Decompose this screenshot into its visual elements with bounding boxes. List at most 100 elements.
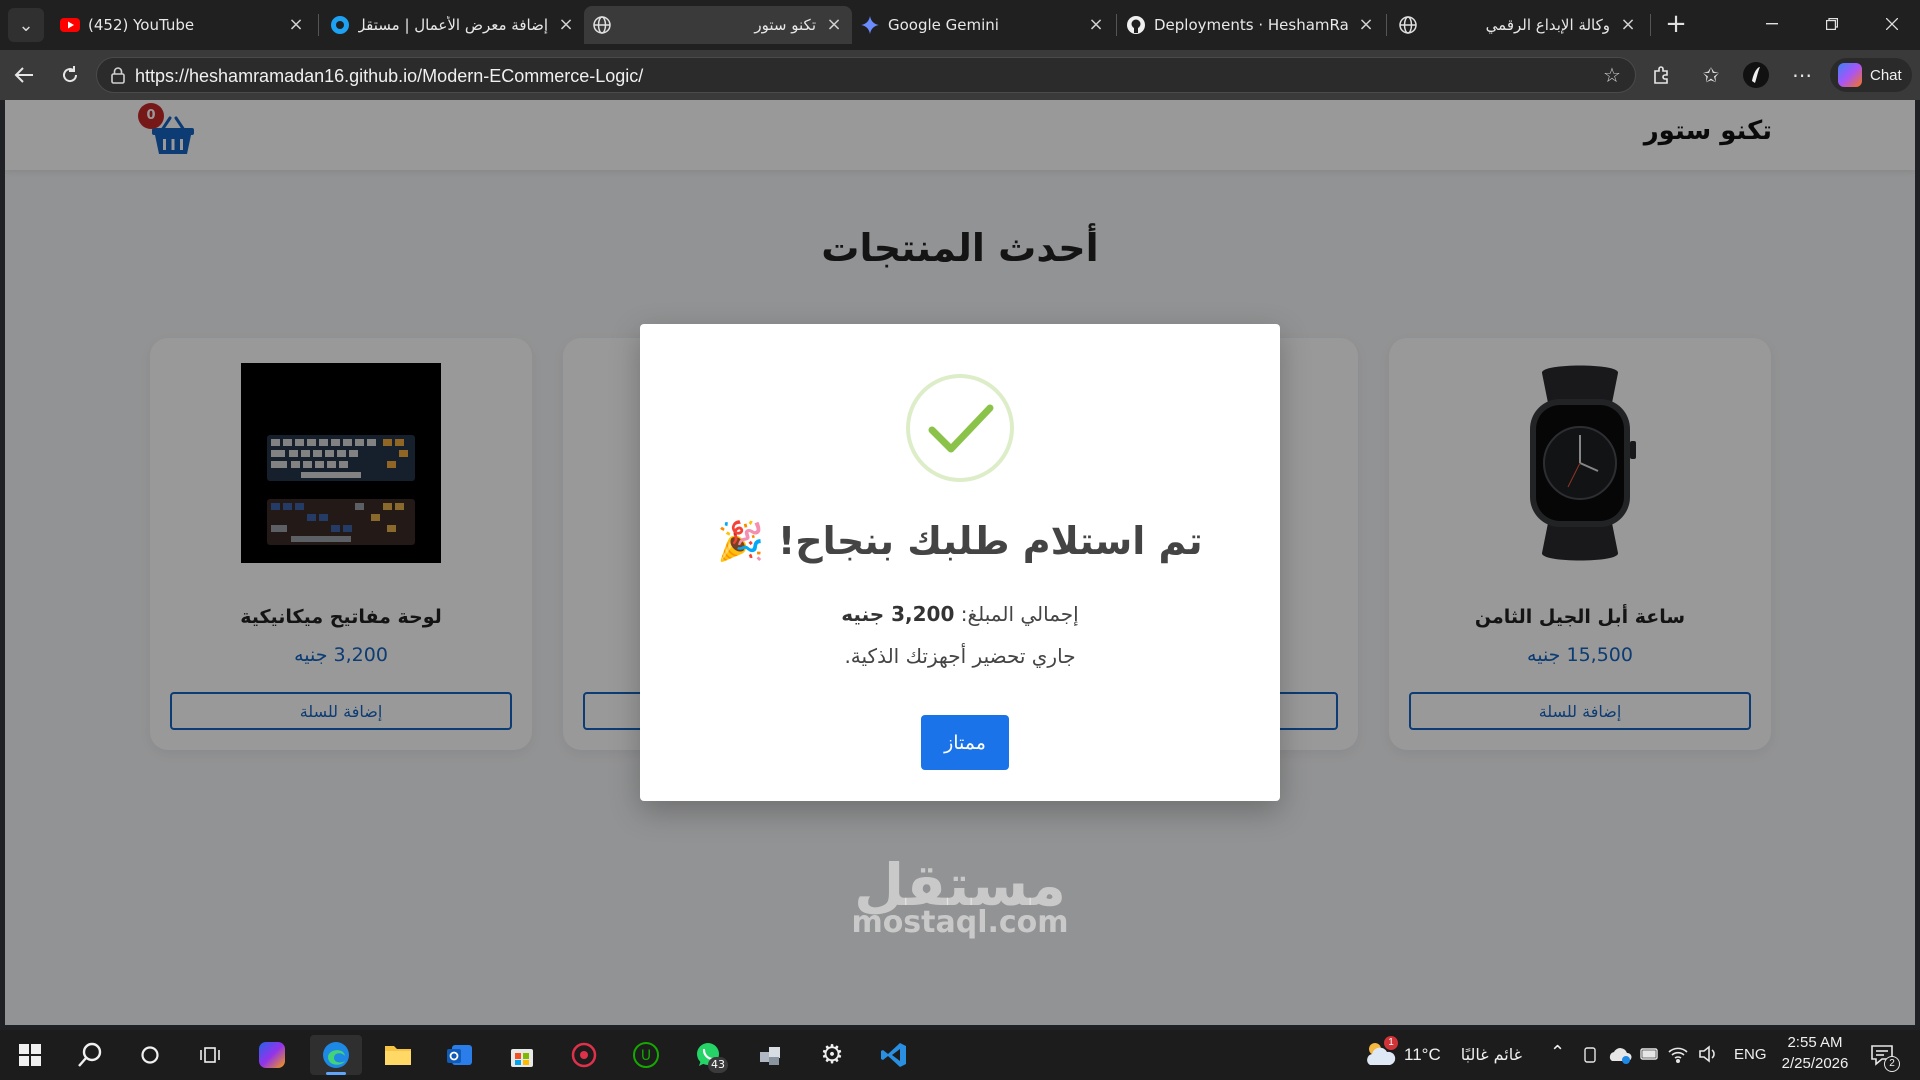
file-explorer-button[interactable] — [372, 1035, 424, 1075]
browser-tab-strip: ⌄ (452) YouTube × إضافة معرض الأعمال | م… — [0, 0, 1920, 50]
github-icon — [1126, 15, 1146, 35]
cortana-button[interactable] — [124, 1035, 176, 1075]
refresh-icon — [63, 66, 78, 83]
cortana-circle-icon — [141, 1046, 159, 1064]
confirm-button[interactable]: ممتاز — [921, 715, 1009, 770]
new-tab-button[interactable]: + — [1660, 10, 1692, 40]
favorites-star-icon: ✩ — [1702, 63, 1720, 87]
svg-text:U: U — [641, 1048, 651, 1064]
order-total: إجمالي المبلغ: 3,200 جنيه — [640, 602, 1280, 626]
search-button[interactable] — [64, 1035, 116, 1075]
task-view-button[interactable] — [184, 1035, 236, 1075]
close-icon[interactable]: × — [1618, 15, 1638, 35]
page-viewport: تكنو ستور 0 أحدث المنتجات لوحة مفاتيح مي… — [5, 100, 1915, 1025]
more-options-button[interactable]: ⋯ — [1786, 59, 1818, 91]
tab-title: Google Gemini — [888, 16, 999, 34]
show-hidden-icons-chevron-icon[interactable]: ⌃ — [1550, 1042, 1565, 1063]
globe-icon — [1398, 15, 1418, 35]
tab-separator — [1386, 14, 1387, 36]
copilot-chat-button[interactable]: Chat — [1830, 58, 1912, 92]
close-window-button[interactable] — [1862, 0, 1920, 48]
red-app-button[interactable] — [558, 1035, 610, 1075]
clock-date: 2/25/2026 — [1781, 1055, 1849, 1072]
close-icon[interactable]: × — [556, 15, 576, 35]
clock[interactable]: 2:55 AM 2/25/2026 — [1776, 1034, 1854, 1072]
store-bag-icon — [511, 1049, 533, 1067]
close-icon[interactable]: × — [824, 15, 844, 35]
tab-mostaql[interactable]: إضافة معرض الأعمال | مستقل × — [322, 6, 584, 44]
vscode-button[interactable] — [868, 1035, 920, 1075]
task-view-icon — [200, 1047, 220, 1063]
upwork-icon: U — [633, 1042, 659, 1068]
settings-button[interactable]: ⚙ — [806, 1035, 858, 1075]
weather-alert-badge: 1 — [1384, 1036, 1398, 1050]
outlook-button[interactable] — [434, 1035, 486, 1075]
copilot-icon — [259, 1042, 285, 1068]
tab-title: تكنو ستور — [754, 16, 816, 34]
outlook-mail-icon — [447, 1045, 472, 1065]
profile-button[interactable] — [1740, 59, 1772, 91]
url-text: https://heshamramadan16.github.io/Modern… — [135, 66, 644, 86]
start-button[interactable] — [4, 1035, 56, 1075]
gemini-icon — [860, 15, 880, 35]
tab-title: (452) YouTube — [88, 16, 195, 34]
copilot-taskbar-button[interactable] — [246, 1035, 298, 1075]
minimize-button[interactable] — [1742, 0, 1802, 48]
close-icon — [1886, 18, 1898, 30]
microsoft-store-button[interactable] — [496, 1035, 548, 1075]
order-success-dialog: تم استلام طلبك بنجاح! 🎉 إجمالي المبلغ: 3… — [640, 324, 1280, 801]
favorites-button[interactable]: ✩ — [1695, 59, 1727, 91]
gear-shield-app-icon — [571, 1042, 597, 1068]
vscode-icon — [881, 1043, 906, 1067]
weather-temperature[interactable]: 11°C — [1404, 1045, 1441, 1065]
tab-title: إضافة معرض الأعمال | مستقل — [358, 16, 548, 34]
lock-icon — [111, 67, 125, 84]
tab-actions-menu-button[interactable]: ⌄ — [8, 8, 44, 42]
chat-label: Chat — [1870, 66, 1902, 84]
close-icon[interactable]: × — [1356, 15, 1376, 35]
tab-title: Deployments · HeshamRamadan — [1154, 16, 1348, 34]
order-total-value: 3,200 جنيه — [841, 602, 955, 626]
dev-tool-button[interactable] — [744, 1035, 796, 1075]
dialog-title: تم استلام طلبك بنجاح! 🎉 — [717, 519, 1203, 563]
tab-title: وكالة الإبداع الرقمي — [1485, 16, 1610, 34]
windows-taskbar: U 43 ⚙ 1 11°C غائم غالبًا ⌃ ENG 2:55 AM … — [0, 1030, 1920, 1080]
search-icon — [78, 1042, 102, 1067]
back-arrow-icon — [14, 67, 33, 83]
refresh-button[interactable] — [54, 59, 86, 91]
input-language[interactable]: ENG — [1734, 1046, 1767, 1063]
order-total-label: إجمالي المبلغ: — [960, 602, 1079, 626]
chevron-down-icon: ⌄ — [18, 14, 34, 36]
restore-button[interactable] — [1802, 0, 1862, 48]
close-icon[interactable]: × — [286, 15, 306, 35]
globe-icon — [592, 15, 612, 35]
close-icon[interactable]: × — [1086, 15, 1106, 35]
youtube-icon — [60, 15, 80, 35]
tab-youtube[interactable]: (452) YouTube × — [52, 6, 314, 44]
copilot-icon — [1838, 63, 1862, 87]
gear-icon: ⚙ — [820, 1040, 844, 1070]
tab-github[interactable]: Deployments · HeshamRamadan × — [1118, 6, 1384, 44]
tab-techno-store[interactable]: تكنو ستور × — [584, 6, 852, 44]
volume-icon[interactable] — [1698, 1045, 1718, 1063]
tab-separator — [1116, 14, 1117, 36]
edge-taskbar-button[interactable] — [310, 1035, 362, 1075]
wifi-icon[interactable] — [1668, 1045, 1688, 1063]
whatsapp-button[interactable]: 43 — [682, 1035, 734, 1075]
tab-gemini[interactable]: Google Gemini × — [852, 6, 1114, 44]
onedrive-cloud-icon[interactable] — [1608, 1045, 1632, 1065]
windows-logo-icon — [19, 1044, 41, 1066]
device-icon[interactable] — [1582, 1046, 1598, 1064]
address-bar[interactable]: https://heshamramadan16.github.io/Modern… — [96, 57, 1636, 93]
more-options-icon: ⋯ — [1792, 63, 1812, 87]
puzzle-icon — [1654, 66, 1668, 84]
upwork-button[interactable]: U — [620, 1035, 672, 1075]
browser-toolbar: https://heshamramadan16.github.io/Modern… — [0, 50, 1920, 100]
extensions-button[interactable] — [1645, 59, 1677, 91]
tab-digital-agency[interactable]: وكالة الإبداع الرقمي × — [1390, 6, 1646, 44]
battery-icon[interactable] — [1640, 1047, 1660, 1061]
dialog-message: جاري تحضير أجهزتك الذكية. — [844, 644, 1076, 668]
weather-description[interactable]: غائم غالبًا — [1448, 1045, 1522, 1064]
favorite-star-icon[interactable]: ☆ — [1603, 64, 1625, 86]
back-button[interactable] — [8, 59, 40, 91]
